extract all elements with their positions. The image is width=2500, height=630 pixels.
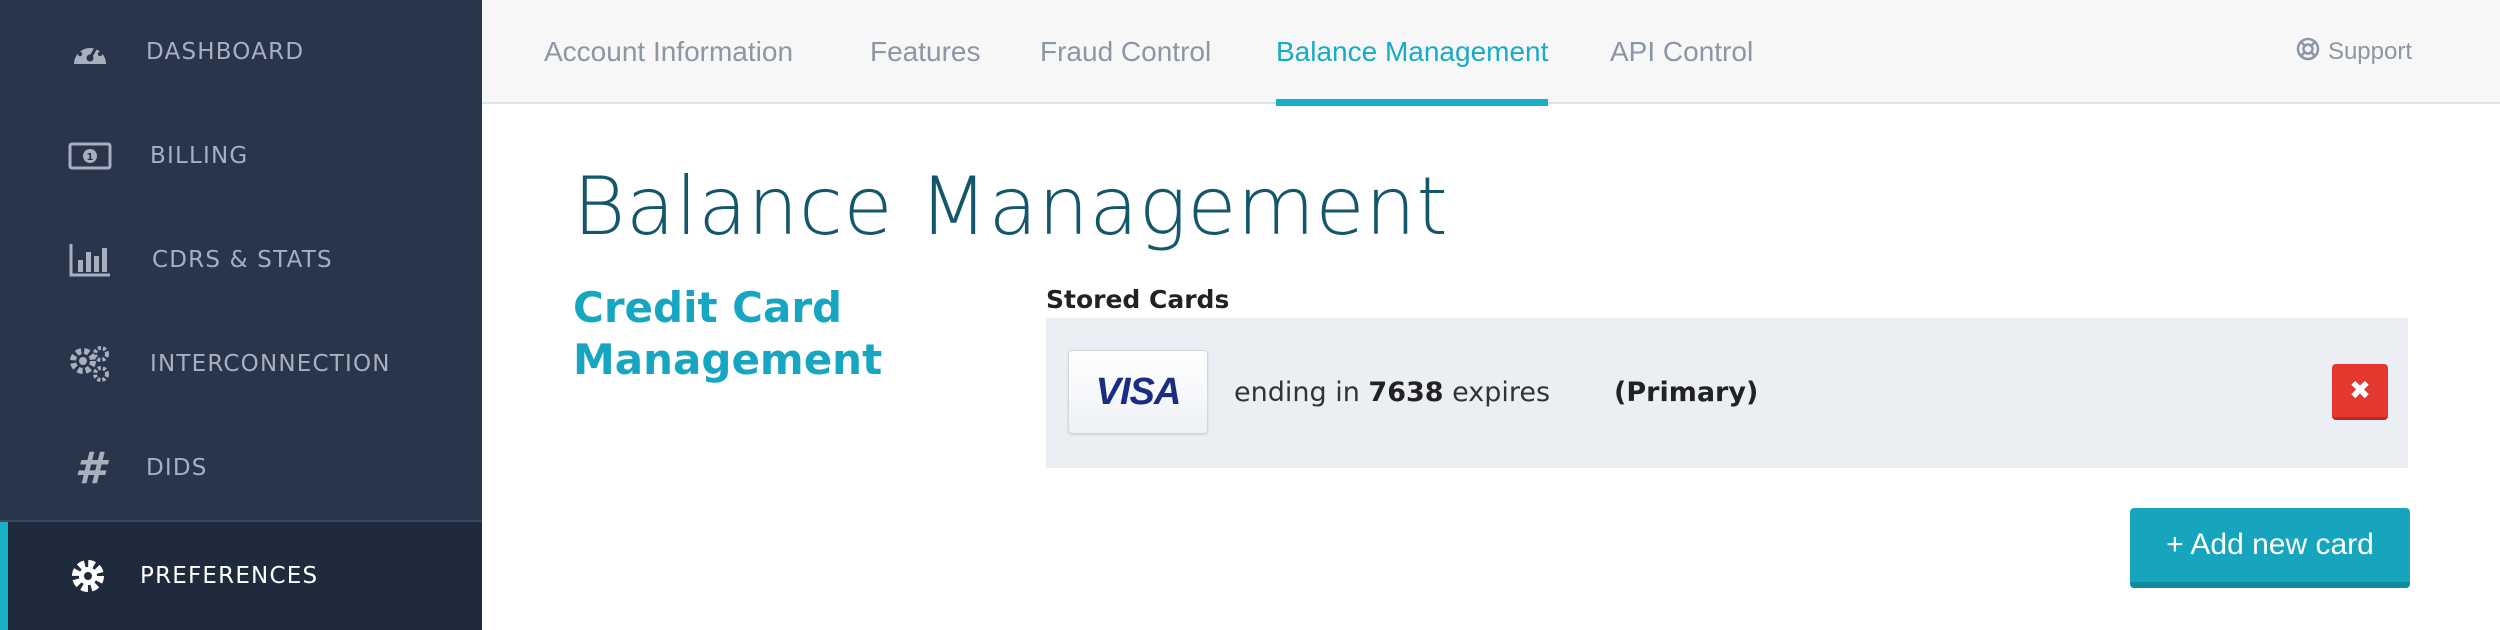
sidebar-item-label: CDRS & STATS	[152, 247, 333, 273]
sidebar: DASHBOARD 1 BILLING CDRS & STATS INTERCO…	[0, 0, 482, 630]
card-description: ending in 7638 expires	[1234, 318, 1550, 468]
primary-badge: (Primary)	[1614, 377, 1759, 408]
close-icon: ✖	[2349, 375, 2371, 406]
support-label: Support	[2327, 38, 2412, 65]
sidebar-item-dashboard[interactable]: DASHBOARD	[0, 0, 482, 104]
sidebar-item-label: INTERCONNECTION	[150, 351, 391, 377]
support-link[interactable]: Support	[2296, 0, 2412, 104]
stored-card-row: VISA ending in 7638 expires (Primary) ✖	[1046, 318, 2408, 468]
tab-fraud-control[interactable]: Fraud Control	[1040, 0, 1211, 104]
card-ending-prefix: ending in	[1234, 377, 1360, 408]
money-bill-icon: 1	[68, 136, 112, 176]
bar-chart-icon	[68, 240, 112, 280]
sidebar-item-label: DASHBOARD	[146, 39, 305, 65]
svg-text:1: 1	[87, 152, 94, 163]
sidebar-item-label: BILLING	[150, 143, 249, 169]
sidebar-item-label: DIDS	[146, 455, 208, 481]
sidebar-item-dids[interactable]: # DIDS	[0, 416, 482, 520]
gears-icon	[68, 344, 112, 384]
card-last4: 7638	[1368, 377, 1444, 408]
tab-account-information[interactable]: Account Information	[544, 0, 793, 104]
sidebar-item-billing[interactable]: 1 BILLING	[0, 104, 482, 208]
visa-card-logo: VISA	[1068, 350, 1208, 434]
card-brand: VISA	[1095, 370, 1182, 413]
tab-features[interactable]: Features	[870, 0, 981, 104]
add-new-card-button[interactable]: + Add new card	[2130, 508, 2410, 588]
sidebar-item-label: PREFERENCES	[140, 563, 319, 589]
section-title: Credit Card Management	[573, 283, 883, 384]
sidebar-item-cdrs-stats[interactable]: CDRS & STATS	[0, 208, 482, 312]
tab-api-control[interactable]: API Control	[1610, 0, 1753, 104]
active-indicator	[0, 522, 8, 630]
hashtag-icon: #	[74, 442, 106, 494]
delete-card-button[interactable]: ✖	[2332, 364, 2388, 420]
page-title: Balance Management	[573, 160, 1449, 253]
tab-balance-management[interactable]: Balance Management	[1276, 0, 1549, 106]
card-expires-label: expires	[1452, 377, 1551, 408]
dashboard-gauge-icon	[68, 32, 112, 72]
lifebuoy-icon	[2296, 37, 2320, 68]
stored-cards-label: Stored Cards	[1046, 285, 1230, 314]
sidebar-item-interconnection[interactable]: INTERCONNECTION	[0, 312, 482, 416]
sidebar-item-preferences[interactable]: PREFERENCES	[0, 520, 482, 630]
top-nav: Account Information Features Fraud Contr…	[482, 0, 2500, 106]
gear-icon	[66, 556, 110, 596]
